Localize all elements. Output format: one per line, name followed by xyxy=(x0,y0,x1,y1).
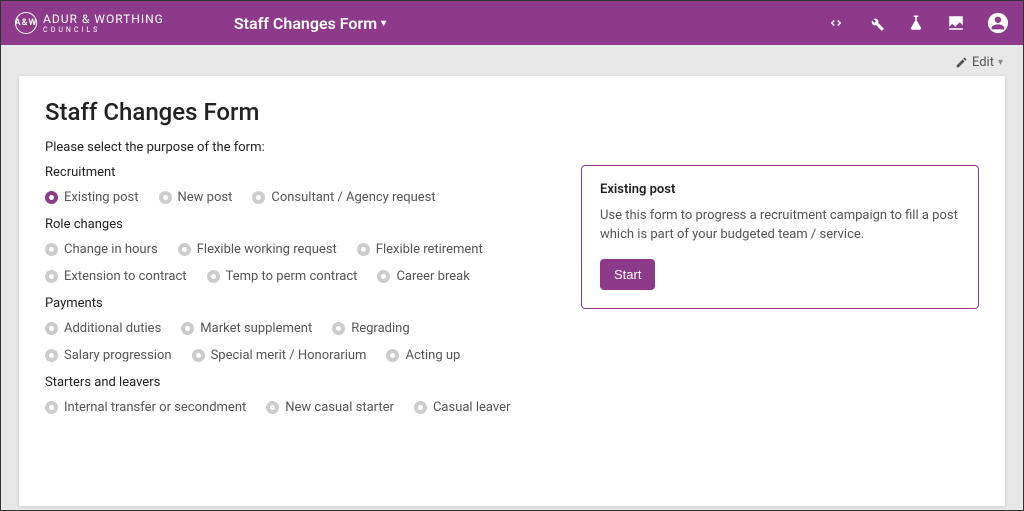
start-button[interactable]: Start xyxy=(600,259,655,290)
analytics-icon[interactable] xyxy=(947,14,965,32)
radio-option[interactable]: Temp to perm contract xyxy=(207,269,358,284)
radio-icon xyxy=(357,243,370,256)
radio-label: Additional duties xyxy=(64,321,161,336)
radio-label: Salary progression xyxy=(64,348,172,363)
options-column: Recruitment Existing post New post Consulta… xyxy=(45,165,545,421)
radio-label: Change in hours xyxy=(64,242,158,257)
form-prompt: Please select the purpose of the form: xyxy=(45,140,979,155)
option-group: Existing post New post Consultant / Agency… xyxy=(45,190,545,205)
radio-label: Extension to contract xyxy=(64,269,187,284)
app-title-text: Staff Changes Form xyxy=(234,14,377,33)
radio-label: Internal transfer or secondment xyxy=(64,400,246,415)
radio-icon xyxy=(266,401,279,414)
radio-icon xyxy=(377,270,390,283)
chevron-down-icon: ▾ xyxy=(998,57,1003,68)
radio-option[interactable]: Extension to contract xyxy=(45,269,187,284)
radio-icon xyxy=(207,270,220,283)
radio-icon xyxy=(45,270,58,283)
radio-label: Market supplement xyxy=(200,321,312,336)
radio-label: Flexible retirement xyxy=(376,242,483,257)
developer-icon[interactable] xyxy=(827,14,845,32)
flask-icon[interactable] xyxy=(907,14,925,32)
radio-option[interactable]: Internal transfer or secondment xyxy=(45,400,246,415)
radio-icon xyxy=(45,349,58,362)
option-group: Additional duties Market supplement Regrad… xyxy=(45,321,545,363)
radio-option[interactable]: Consultant / Agency request xyxy=(252,190,435,205)
radio-label: Existing post xyxy=(64,190,139,205)
group-title: Payments xyxy=(45,296,545,311)
option-group: Change in hours Flexible working request F… xyxy=(45,242,545,284)
group-title: Starters and leavers xyxy=(45,375,545,390)
radio-option[interactable]: Change in hours xyxy=(45,242,158,257)
radio-icon xyxy=(332,322,345,335)
radio-option[interactable]: Special merit / Honorarium xyxy=(192,348,367,363)
pencil-icon xyxy=(955,56,968,69)
wrench-icon[interactable] xyxy=(867,14,885,32)
radio-icon xyxy=(45,322,58,335)
brand-circle-icon: A&W xyxy=(15,12,37,34)
detail-panel: Existing post Use this form to progress … xyxy=(581,165,979,309)
radio-option[interactable]: Casual leaver xyxy=(414,400,510,415)
radio-label: Regrading xyxy=(351,321,409,336)
user-avatar-icon[interactable] xyxy=(987,12,1009,34)
brand-logo[interactable]: A&W ADUR & WORTHING COUNCILS xyxy=(15,12,164,34)
radio-option[interactable]: Additional duties xyxy=(45,321,161,336)
brand-sub: COUNCILS xyxy=(43,27,164,34)
radio-label: Special merit / Honorarium xyxy=(211,348,367,363)
radio-icon xyxy=(386,349,399,362)
chevron-down-icon: ▾ xyxy=(381,18,386,29)
radio-option[interactable]: New post xyxy=(159,190,233,205)
radio-option[interactable]: Flexible working request xyxy=(178,242,337,257)
radio-label: Acting up xyxy=(405,348,460,363)
radio-label: New casual starter xyxy=(285,400,394,415)
option-group: Internal transfer or secondment New casua… xyxy=(45,400,545,415)
radio-icon xyxy=(192,349,205,362)
radio-icon xyxy=(414,401,427,414)
radio-icon xyxy=(45,243,58,256)
radio-label: Career break xyxy=(396,269,469,284)
radio-label: Consultant / Agency request xyxy=(271,190,435,205)
radio-option[interactable]: Market supplement xyxy=(181,321,312,336)
radio-icon xyxy=(178,243,191,256)
brand-name: ADUR & WORTHING xyxy=(43,13,164,25)
radio-option[interactable]: Flexible retirement xyxy=(357,242,483,257)
edit-label: Edit xyxy=(972,55,994,70)
radio-option[interactable]: Salary progression xyxy=(45,348,172,363)
radio-icon xyxy=(159,191,172,204)
radio-option[interactable]: Acting up xyxy=(386,348,460,363)
topbar-icons xyxy=(827,12,1009,34)
radio-option[interactable]: Regrading xyxy=(332,321,409,336)
radio-icon xyxy=(252,191,265,204)
group-title: Role changes xyxy=(45,217,545,232)
panel-title: Existing post xyxy=(600,182,960,197)
radio-icon xyxy=(181,322,194,335)
radio-label: Flexible working request xyxy=(197,242,337,257)
radio-label: New post xyxy=(178,190,233,205)
radio-icon xyxy=(45,191,58,204)
radio-option[interactable]: New casual starter xyxy=(266,400,394,415)
edit-bar: Edit ▾ xyxy=(1,45,1023,72)
app-title-dropdown[interactable]: Staff Changes Form ▾ xyxy=(234,14,386,33)
radio-option[interactable]: Existing post xyxy=(45,190,139,205)
topbar: A&W ADUR & WORTHING COUNCILS Staff Chang… xyxy=(1,1,1023,45)
radio-label: Temp to perm contract xyxy=(226,269,358,284)
panel-description: Use this form to progress a recruitment … xyxy=(600,207,960,245)
page-title: Staff Changes Form xyxy=(45,98,979,126)
form-card: Staff Changes Form Please select the pur… xyxy=(19,76,1005,506)
edit-button[interactable]: Edit ▾ xyxy=(955,55,1003,70)
group-title: Recruitment xyxy=(45,165,545,180)
radio-icon xyxy=(45,401,58,414)
radio-option[interactable]: Career break xyxy=(377,269,469,284)
radio-label: Casual leaver xyxy=(433,400,510,415)
